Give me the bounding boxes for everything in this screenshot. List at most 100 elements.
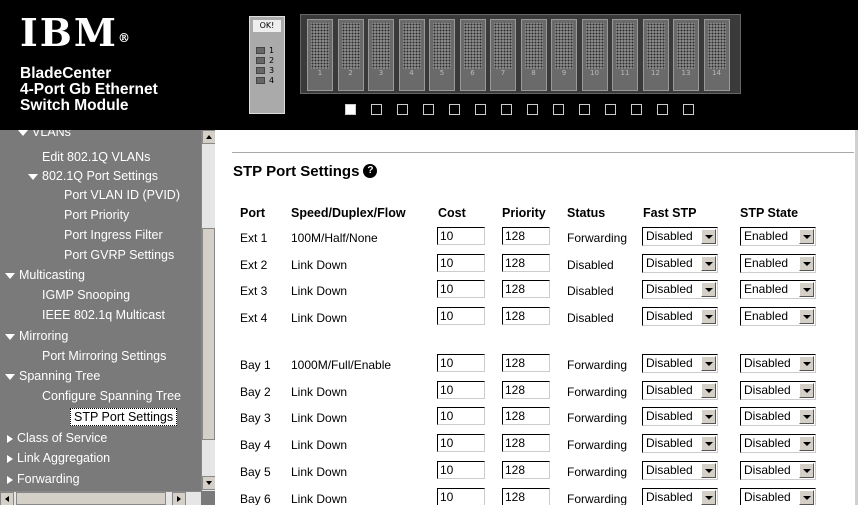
triangle-right-icon[interactable] <box>7 475 13 484</box>
bay-select-box[interactable] <box>475 104 486 115</box>
cost-input[interactable]: 10 <box>437 227 485 245</box>
dropdown-arrow-icon[interactable] <box>701 309 716 324</box>
bay-select-box[interactable] <box>605 104 616 115</box>
stp-state-select[interactable]: Enabled <box>740 280 816 299</box>
bay-select-box[interactable] <box>345 104 356 115</box>
sidebar-item-link-aggregation[interactable]: Link Aggregation <box>5 450 110 466</box>
bay-select-box[interactable] <box>657 104 668 115</box>
priority-input[interactable]: 128 <box>502 227 550 245</box>
cost-input[interactable]: 10 <box>437 434 485 452</box>
fast-stp-select[interactable]: Disabled <box>642 307 718 326</box>
priority-input[interactable]: 128 <box>502 280 550 298</box>
priority-input[interactable]: 128 <box>502 407 550 425</box>
priority-input[interactable]: 128 <box>502 434 550 452</box>
bay-select-box[interactable] <box>449 104 460 115</box>
stp-state-select[interactable]: Disabled <box>740 488 816 505</box>
scroll-thumb[interactable] <box>202 228 215 440</box>
fast-stp-select[interactable]: Disabled <box>642 461 718 480</box>
sidebar-item-port-ingress-filter[interactable]: Port Ingress Filter <box>64 227 163 243</box>
dropdown-arrow-icon[interactable] <box>701 229 716 244</box>
stp-state-select[interactable]: Disabled <box>740 407 816 426</box>
sidebar-item-configure-spanning-tree[interactable]: Configure Spanning Tree <box>42 388 181 404</box>
scroll-up-button[interactable] <box>202 130 215 144</box>
bay-select-box[interactable] <box>501 104 512 115</box>
dropdown-arrow-icon[interactable] <box>799 409 814 424</box>
cost-input[interactable]: 10 <box>437 354 485 372</box>
triangle-down-icon[interactable] <box>5 373 15 380</box>
stp-state-select[interactable]: Enabled <box>740 227 816 246</box>
dropdown-arrow-icon[interactable] <box>701 409 716 424</box>
bay-select-box[interactable] <box>683 104 694 115</box>
horizontal-scrollbar[interactable] <box>0 491 201 505</box>
bay-select-box[interactable] <box>579 104 590 115</box>
triangle-right-icon[interactable] <box>7 454 13 463</box>
sidebar-item-port-priority[interactable]: Port Priority <box>64 207 129 223</box>
dropdown-arrow-icon[interactable] <box>701 356 716 371</box>
bay-select-box[interactable] <box>553 104 564 115</box>
dropdown-arrow-icon[interactable] <box>799 309 814 324</box>
scroll-down-button[interactable] <box>202 476 215 490</box>
dropdown-arrow-icon[interactable] <box>799 383 814 398</box>
triangle-down-icon[interactable] <box>5 333 15 340</box>
stp-state-select[interactable]: Enabled <box>740 307 816 326</box>
triangle-down-icon[interactable] <box>18 130 28 136</box>
sidebar-item-igmp-snooping[interactable]: IGMP Snooping <box>42 287 130 303</box>
priority-input[interactable]: 128 <box>502 461 550 479</box>
stp-state-select[interactable]: Disabled <box>740 381 816 400</box>
fast-stp-select[interactable]: Disabled <box>642 254 718 273</box>
cost-input[interactable]: 10 <box>437 461 485 479</box>
sidebar-item-forwarding[interactable]: Forwarding <box>5 471 80 487</box>
fast-stp-select[interactable]: Disabled <box>642 488 718 505</box>
bay-select-box[interactable] <box>397 104 408 115</box>
dropdown-arrow-icon[interactable] <box>701 256 716 271</box>
sidebar-item-ieee-802-1q-multicast[interactable]: IEEE 802.1q Multicast <box>42 307 165 323</box>
cost-input[interactable]: 10 <box>437 488 485 505</box>
sidebar-item-port-vlan-id-pvid[interactable]: Port VLAN ID (PVID) <box>64 187 180 203</box>
dropdown-arrow-icon[interactable] <box>799 436 814 451</box>
stp-state-select[interactable]: Disabled <box>740 354 816 373</box>
fast-stp-select[interactable]: Disabled <box>642 434 718 453</box>
sidebar-item-port-mirroring-settings[interactable]: Port Mirroring Settings <box>42 348 166 364</box>
triangle-down-icon[interactable] <box>28 173 38 180</box>
sidebar-item-stp-port-settings[interactable]: STP Port Settings <box>70 408 178 426</box>
dropdown-arrow-icon[interactable] <box>701 436 716 451</box>
sidebar-item-edit-802-1q-vlans[interactable]: Edit 802.1Q VLANs <box>42 149 150 165</box>
stp-state-select[interactable]: Enabled <box>740 254 816 273</box>
fast-stp-select[interactable]: Disabled <box>642 354 718 373</box>
cost-input[interactable]: 10 <box>437 381 485 399</box>
stp-state-select[interactable]: Disabled <box>740 461 816 480</box>
priority-input[interactable]: 128 <box>502 254 550 272</box>
stp-state-select[interactable]: Disabled <box>740 434 816 453</box>
dropdown-arrow-icon[interactable] <box>701 463 716 478</box>
sidebar-item-port-gvrp-settings[interactable]: Port GVRP Settings <box>64 247 174 263</box>
dropdown-arrow-icon[interactable] <box>799 282 814 297</box>
cost-input[interactable]: 10 <box>437 407 485 425</box>
vertical-scrollbar[interactable] <box>201 130 215 491</box>
priority-input[interactable]: 128 <box>502 381 550 399</box>
bay-select-box[interactable] <box>631 104 642 115</box>
sidebar-item-802-1q-port-settings[interactable]: 802.1Q Port Settings <box>28 168 158 184</box>
cost-input[interactable]: 10 <box>437 307 485 325</box>
fast-stp-select[interactable]: Disabled <box>642 407 718 426</box>
dropdown-arrow-icon[interactable] <box>701 383 716 398</box>
sidebar-item-vlans[interactable]: VLANs <box>18 130 71 140</box>
fast-stp-select[interactable]: Disabled <box>642 227 718 246</box>
priority-input[interactable]: 128 <box>502 307 550 325</box>
sidebar-item-class-of-service[interactable]: Class of Service <box>5 430 107 446</box>
priority-input[interactable]: 128 <box>502 488 550 505</box>
dropdown-arrow-icon[interactable] <box>799 490 814 505</box>
scroll-left-button[interactable] <box>0 492 14 505</box>
triangle-right-icon[interactable] <box>7 434 13 443</box>
bay-select-box[interactable] <box>423 104 434 115</box>
priority-input[interactable]: 128 <box>502 354 550 372</box>
fast-stp-select[interactable]: Disabled <box>642 280 718 299</box>
triangle-down-icon[interactable] <box>5 272 15 279</box>
cost-input[interactable]: 10 <box>437 280 485 298</box>
bay-select-box[interactable] <box>371 104 382 115</box>
h-scroll-thumb[interactable] <box>16 492 166 505</box>
bay-select-box[interactable] <box>527 104 538 115</box>
dropdown-arrow-icon[interactable] <box>701 490 716 505</box>
dropdown-arrow-icon[interactable] <box>799 356 814 371</box>
scroll-right-button[interactable] <box>172 492 186 505</box>
sidebar-item-multicasting[interactable]: Multicasting <box>5 267 85 283</box>
